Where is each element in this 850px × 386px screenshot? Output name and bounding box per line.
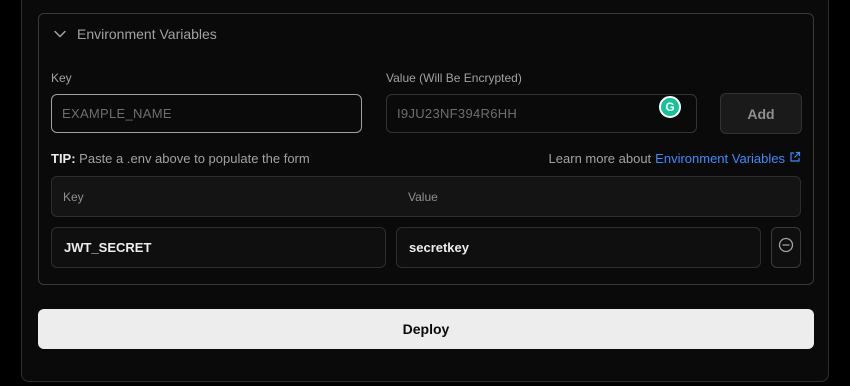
environment-variables-toggle[interactable]: Environment Variables xyxy=(53,26,217,42)
env-table-header: Key Value xyxy=(51,176,801,217)
env-row-value[interactable]: secretkey xyxy=(396,227,761,268)
tip-text: TIP: Paste a .env above to populate the … xyxy=(51,151,310,166)
section-title: Environment Variables xyxy=(77,26,217,42)
environment-variables-section: Environment Variables Key Value (Will Be… xyxy=(38,13,814,285)
chevron-down-icon xyxy=(53,27,67,41)
column-header-value: Value xyxy=(408,190,438,204)
grammarly-icon[interactable]: G xyxy=(659,96,681,118)
external-link-icon[interactable] xyxy=(789,151,801,166)
environment-variables-link[interactable]: Environment Variables xyxy=(655,151,785,166)
tip-body: Paste a .env above to populate the form xyxy=(75,151,310,166)
learn-more: Learn more about Environment Variables xyxy=(549,151,801,166)
add-button[interactable]: Add xyxy=(720,93,802,134)
column-header-key: Key xyxy=(63,190,84,204)
key-label: Key xyxy=(51,71,72,85)
tip-prefix: TIP: xyxy=(51,151,76,166)
value-input[interactable] xyxy=(386,94,697,133)
remove-row-button[interactable] xyxy=(771,227,801,268)
deploy-button[interactable]: Deploy xyxy=(38,309,814,349)
learn-more-prefix: Learn more about xyxy=(548,151,652,166)
key-input[interactable] xyxy=(51,94,362,133)
env-row-key[interactable]: JWT_SECRET xyxy=(51,227,386,268)
value-label: Value (Will Be Encrypted) xyxy=(386,71,522,85)
minus-circle-icon xyxy=(778,237,794,258)
